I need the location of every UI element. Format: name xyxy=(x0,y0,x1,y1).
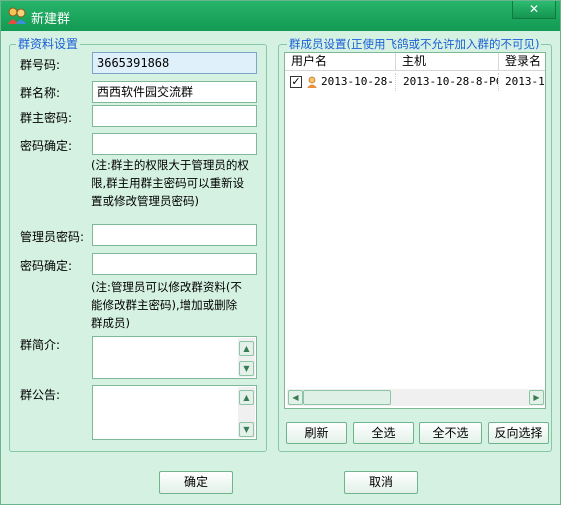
scroll-up-icon[interactable]: ▲ xyxy=(239,341,254,356)
scroll-left-icon[interactable]: ◀ xyxy=(288,390,303,405)
scroll-down-icon[interactable]: ▼ xyxy=(239,361,254,376)
owner-password-field[interactable] xyxy=(92,105,257,127)
group-name-field[interactable]: 西西软件园交流群 xyxy=(92,81,257,103)
admin-note: (注:管理员可以修改群资料(不 能修改群主密码),增加或删除 群成员) xyxy=(91,280,242,330)
group-number-field[interactable]: 3665391868 xyxy=(92,52,257,74)
ok-button[interactable]: 确定 xyxy=(159,471,233,494)
group-info-legend: 群资料设置 xyxy=(16,37,81,51)
scroll-right-icon[interactable]: ▶ xyxy=(529,390,544,405)
cell-host: 2013-10-28-8-PC xyxy=(403,73,499,91)
invert-selection-button[interactable]: 反向选择 xyxy=(488,422,549,444)
title-bar[interactable]: 新建群 ✕ xyxy=(1,1,560,31)
admin-password-label: 管理员密码: xyxy=(20,230,85,244)
close-icon: ✕ xyxy=(528,2,540,16)
group-notice-label: 群公告: xyxy=(20,388,61,402)
list-horizontal-scrollbar[interactable]: ◀ ▶ xyxy=(287,389,545,406)
list-header: 用户名 主机 登录名 xyxy=(285,53,545,71)
intro-scrollbar[interactable]: ▲ ▼ xyxy=(238,338,255,377)
group-intro-textarea[interactable]: ▲ ▼ xyxy=(92,336,257,379)
group-number-label: 群号码: xyxy=(20,58,61,72)
cell-login: 2013-10 xyxy=(505,75,545,88)
group-name-label: 群名称: xyxy=(20,86,61,100)
scroll-up-icon[interactable]: ▲ xyxy=(239,390,254,405)
select-all-button[interactable]: 全选 xyxy=(353,422,414,444)
scroll-down-icon[interactable]: ▼ xyxy=(239,422,254,437)
column-header-login[interactable]: 登录名 xyxy=(499,53,545,71)
admin-password-confirm-label: 密码确定: xyxy=(20,259,73,273)
notice-scrollbar[interactable]: ▲ ▼ xyxy=(238,387,255,438)
select-none-button[interactable]: 全不选 xyxy=(419,422,482,444)
refresh-button[interactable]: 刷新 xyxy=(286,422,347,444)
owner-password-label: 群主密码: xyxy=(20,111,73,125)
cancel-button[interactable]: 取消 xyxy=(344,471,418,494)
owner-password-confirm-field[interactable] xyxy=(92,133,257,155)
members-list[interactable]: 用户名 主机 登录名 ✓ 2013-10-28-1 2013-10-28-8-P… xyxy=(284,52,546,409)
group-intro-label: 群简介: xyxy=(20,338,61,352)
owner-password-confirm-label: 密码确定: xyxy=(20,139,73,153)
column-header-host[interactable]: 主机 xyxy=(396,53,499,71)
owner-note: (注:群主的权限大于管理员的权 限,群主用群主密码可以重新设 置或修改管理员密码… xyxy=(91,158,249,208)
member-checkbox[interactable]: ✓ xyxy=(290,76,302,88)
admin-password-field[interactable] xyxy=(92,224,257,246)
window-title: 新建群 xyxy=(31,12,71,27)
scroll-thumb[interactable] xyxy=(303,390,391,405)
users-icon xyxy=(8,7,26,24)
admin-password-confirm-field[interactable] xyxy=(92,253,257,275)
cell-username: 2013-10-28-1 xyxy=(321,73,396,91)
new-group-window: 新建群 ✕ 群资料设置 群号码: 3665391868 群名称: 西西软件园交流… xyxy=(0,0,561,505)
close-button[interactable]: ✕ xyxy=(512,1,556,19)
column-header-username[interactable]: 用户名 xyxy=(285,53,396,71)
members-legend: 群成员设置(正使用飞鸽或不允许加入群的不可见) xyxy=(287,37,542,51)
group-notice-textarea[interactable]: ▲ ▼ xyxy=(92,385,257,440)
user-icon xyxy=(307,76,317,88)
table-row[interactable]: ✓ 2013-10-28-1 2013-10-28-8-PC 2013-10 xyxy=(285,73,545,91)
